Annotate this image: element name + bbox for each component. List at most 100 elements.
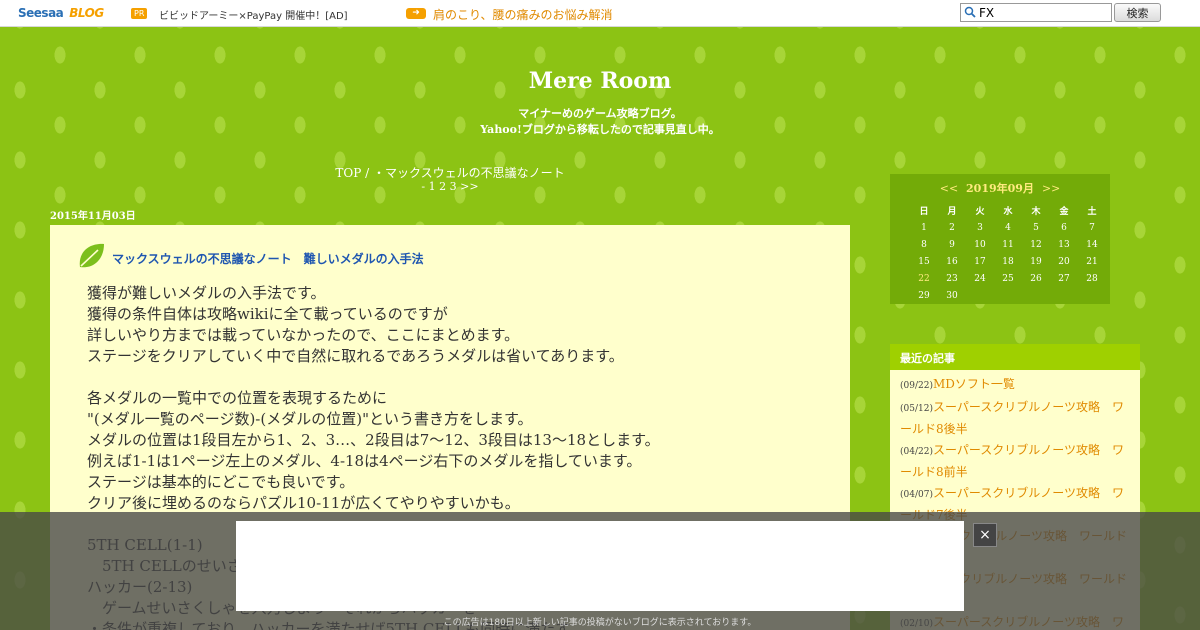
- pager[interactable]: - 1 2 3 >>: [50, 180, 850, 193]
- calendar-grid: 日月火水木金土 1 2 3 4 5 6 7 8 9 10 11 12 13 14 15 16 17 18 19 20 21…: [910, 202, 1106, 304]
- calendar-next[interactable]: >>: [1042, 182, 1060, 195]
- search-button[interactable]: 検索: [1114, 3, 1161, 22]
- calendar-weekday: 火: [975, 207, 985, 217]
- calendar-weekday: 日: [919, 207, 929, 217]
- leaf-icon: [79, 243, 104, 268]
- calendar-weekday: 月: [947, 207, 957, 217]
- calendar-header: << 2019年09月 >>: [890, 180, 1110, 196]
- calendar-day: 16: [946, 256, 958, 267]
- calendar-day: 19: [1030, 256, 1042, 267]
- calendar-day: 12: [1030, 239, 1042, 250]
- recent-post-date: (05/12): [900, 403, 933, 414]
- entry-line: 各メダルの一覧中での位置を表現するために: [87, 389, 388, 407]
- calendar-day: 5: [1033, 222, 1039, 233]
- search-input[interactable]: [979, 5, 1109, 20]
- entry-line: ステージをクリアしていく中で自然に取れるであろうメダルは省いてあります。: [87, 347, 624, 365]
- entry-line: "(メダル一覧のページ数)-(メダルの位置)"という書き方をします。: [87, 410, 533, 428]
- recent-post-date: (09/22): [900, 381, 933, 391]
- top-bar: Seesaa BLOG PR ビビッドアーミー×PayPay 開催中！[AD] ➜…: [0, 0, 1200, 27]
- calendar-day: 10: [974, 239, 986, 250]
- calendar-day: 28: [1086, 273, 1098, 284]
- blog-description-line: Yahoo!ブログから移転したので記事見直し中。: [480, 123, 720, 136]
- close-button[interactable]: ×: [973, 523, 997, 547]
- calendar-week-row: 29 30: [910, 287, 1106, 304]
- calendar: << 2019年09月 >> 日月火水木金土 1 2 3 4 5 6 7 8 9 10 11 12 13 1…: [890, 174, 1110, 304]
- entry-title[interactable]: マックスウェルの不思議なノート 難しいメダルの入手法: [112, 250, 424, 267]
- calendar-day: 4: [1005, 222, 1011, 233]
- calendar-week-row: 8 9 10 11 12 13 14: [910, 236, 1106, 253]
- calendar-day: [1078, 287, 1106, 304]
- logo-blog-text: BLOG: [69, 6, 104, 20]
- entry-line: ステージは基本的にどこでも良いです。: [87, 473, 355, 491]
- calendar-day: 11: [1002, 239, 1014, 250]
- calendar-day: 13: [1058, 239, 1070, 250]
- overlay-note: この広告は180日以上新しい記事の投稿がないブログに表示されております。: [443, 618, 757, 628]
- recent-posts-heading: 最近の記事: [890, 344, 1140, 370]
- calendar-day: 1: [921, 222, 927, 233]
- search-icon: [964, 6, 976, 18]
- recent-post-item[interactable]: (04/22)スーパースクリブルノーツ攻略 ワールド8前半: [900, 440, 1132, 483]
- calendar-day: 8: [921, 239, 927, 250]
- blog-description-line: マイナーめのゲーム攻略ブログ。: [518, 107, 682, 120]
- entry-line: 例えば1-1は1ページ左上のメダル、4-18は4ページ右下のメダルを指しています…: [87, 452, 642, 470]
- calendar-day: 25: [1002, 273, 1014, 284]
- recent-post-title[interactable]: スーパースクリブルノーツ攻略 ワールド8後半: [900, 400, 1124, 437]
- seesaa-blog-logo[interactable]: Seesaa BLOG: [18, 6, 104, 20]
- calendar-day: 6: [1061, 222, 1067, 233]
- recent-post-title[interactable]: MDソフト一覧: [933, 377, 1015, 391]
- blog-description: マイナーめのゲーム攻略ブログ。 Yahoo!ブログから移転したので記事見直し中。: [0, 106, 1200, 138]
- recent-post-date: (04/22): [900, 446, 933, 457]
- blog-title[interactable]: Mere Room: [0, 68, 1200, 94]
- calendar-day: 9: [949, 239, 955, 250]
- ad-overlay: × この広告は180日以上新しい記事の投稿がないブログに表示されております。: [0, 512, 1200, 630]
- calendar-day: 15: [918, 256, 930, 267]
- calendar-week-row: 15 16 17 18 19 20 21: [910, 253, 1106, 270]
- calendar-weekday: 木: [1031, 207, 1041, 217]
- calendar-day: 29: [918, 290, 930, 301]
- calendar-day: 23: [946, 273, 958, 284]
- calendar-day: 30: [946, 290, 958, 301]
- pr-badge: PR: [131, 8, 148, 19]
- calendar-day: [1050, 287, 1078, 304]
- promo-link[interactable]: 肩のこり、腰の痛みのお悩み解消: [433, 6, 613, 23]
- calendar-day: 14: [1086, 239, 1098, 250]
- entry-line: クリア後に埋めるのならパズル10-11が広くてやりやすいかも。: [87, 494, 520, 512]
- calendar-day: [1022, 287, 1050, 304]
- calendar-day: 18: [1002, 256, 1014, 267]
- calendar-prev[interactable]: <<: [940, 182, 958, 195]
- recent-post-item[interactable]: (05/12)スーパースクリブルノーツ攻略 ワールド8後半: [900, 397, 1132, 440]
- calendar-weekday: 水: [1003, 207, 1013, 217]
- entry-line: [87, 367, 827, 388]
- calendar-week-row: 22 23 24 25 26 27 28: [910, 270, 1106, 287]
- entry-line: 詳しいやり方までは載っていなかったので、ここにまとめます。: [87, 326, 520, 344]
- calendar-day: 17: [974, 256, 986, 267]
- breadcrumb[interactable]: TOP / ・マックスウェルの不思議なノート: [50, 164, 850, 181]
- calendar-weekday: 土: [1087, 207, 1097, 217]
- recent-post-title[interactable]: スーパースクリブルノーツ攻略 ワールド8前半: [900, 443, 1124, 480]
- entry-line: 獲得の条件自体は攻略wikiに全て載っているのですが: [87, 305, 448, 323]
- calendar-month: 2019年09月: [966, 182, 1034, 195]
- calendar-day: [966, 287, 994, 304]
- calendar-weekday-row: 日月火水木金土: [910, 202, 1106, 219]
- calendar-day[interactable]: 22: [910, 270, 938, 287]
- calendar-day: 20: [1058, 256, 1070, 267]
- arrow-right-icon: ➜: [406, 8, 426, 19]
- calendar-week-row: 1 2 3 4 5 6 7: [910, 219, 1106, 236]
- pr-ad-link[interactable]: ビビッドアーミー×PayPay 開催中！[AD]: [159, 7, 348, 22]
- calendar-weekday: 金: [1059, 207, 1069, 217]
- ad-frame[interactable]: [236, 521, 964, 611]
- calendar-day: 3: [977, 222, 983, 233]
- calendar-day: 21: [1086, 256, 1098, 267]
- post-date: 2015年11月03日: [50, 211, 136, 222]
- calendar-day: [994, 287, 1022, 304]
- recent-post-item[interactable]: (09/22)MDソフト一覧: [900, 374, 1132, 397]
- entry-line: 獲得が難しいメダルの入手法です。: [87, 284, 326, 302]
- calendar-day: 27: [1058, 273, 1070, 284]
- calendar-day: 7: [1089, 222, 1095, 233]
- calendar-day: 2: [949, 222, 955, 233]
- calendar-day: 26: [1030, 273, 1042, 284]
- calendar-day: 24: [974, 273, 986, 284]
- recent-post-date: (04/07): [900, 489, 933, 500]
- entry-line: メダルの位置は1段目左から1、2、3…、2段目は7～12、3段目は13～18とし…: [87, 431, 660, 449]
- search-box: [960, 3, 1112, 22]
